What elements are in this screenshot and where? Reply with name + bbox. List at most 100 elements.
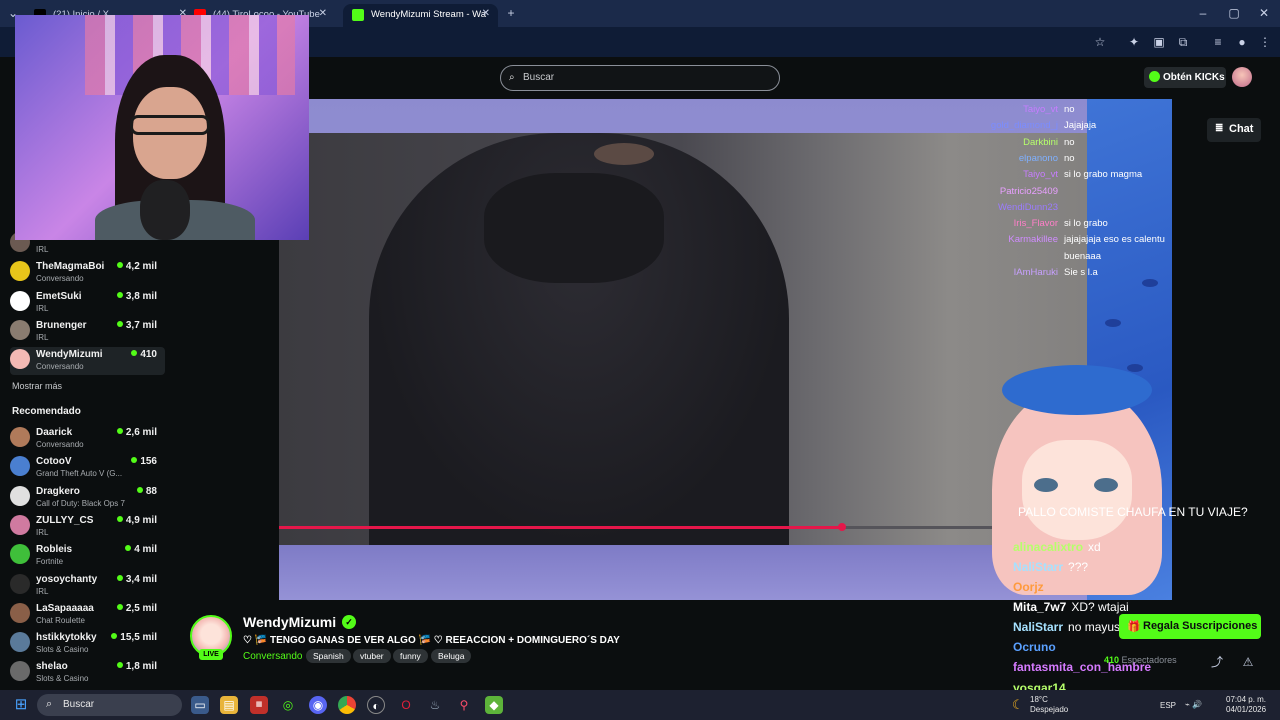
minecraft-icon[interactable]: ◆ (485, 696, 503, 714)
clock-date[interactable]: 04/01/2026 (1226, 705, 1266, 714)
stream-category[interactable]: Conversando (243, 651, 302, 662)
overlay-chat-text: no (1064, 152, 1075, 164)
puzzle-icon[interactable]: ⧉ (1176, 35, 1190, 49)
overlay-chat-user: Iris_Flavor (1013, 218, 1058, 230)
get-kicks-button[interactable]: Obtén KICKs (1144, 67, 1226, 88)
overlay-chat-user: Darkbini (1023, 136, 1058, 148)
sidebar-channel-item[interactable]: Dragkero Call of Duty: Black Ops 7 88 (10, 484, 165, 512)
channel-name: ZULLYY_CS (36, 514, 94, 526)
tab-close-icon[interactable]: ✕ (482, 8, 490, 19)
maximize-icon[interactable]: ▢ (1227, 6, 1241, 20)
sidebar-channel-item[interactable]: Brunenger IRL 3,7 mil (10, 318, 165, 346)
chat-username[interactable]: NaliStarr (1013, 620, 1063, 634)
channel-name: TheMagmaBoi (36, 261, 105, 273)
chat-username[interactable]: NaliStarr (1013, 560, 1063, 574)
chat-toggle-button[interactable]: ≣ Chat (1207, 118, 1261, 142)
overlay-chat-message: Patricio25409 (980, 186, 1064, 197)
obs-icon[interactable]: ◐ (367, 696, 385, 714)
channel-viewers: 410 (131, 349, 157, 360)
channel-viewers: 1,8 mil (116, 661, 157, 673)
sidebar-channel-item[interactable]: Daarick Conversando 2,6 mil (10, 425, 165, 453)
weather-temp[interactable]: 18°C (1030, 695, 1048, 704)
live-dot-icon (116, 320, 123, 327)
taskbar-search[interactable]: ⌕ Buscar (37, 694, 182, 716)
channel-avatar (10, 573, 30, 594)
overlay-chat-message: Taiyo_vt si lo grabo magma (980, 169, 1142, 180)
browser-tab[interactable]: WendyMizumi Stream - Wa ✕ (343, 4, 498, 27)
language-indicator[interactable]: ESP (1160, 701, 1176, 710)
viewer-count: 410 Espectadores (1104, 655, 1177, 665)
search-input[interactable]: ⌕ Buscar (500, 65, 780, 91)
channel-name: hstikkytokky (36, 632, 97, 644)
sidebar-channel-item[interactable]: WendyMizumi Conversando 410 (10, 347, 165, 376)
stream-tag[interactable]: vtuber (353, 649, 391, 663)
channel-name: WendyMizumi (36, 349, 103, 361)
video-progress-thumb[interactable] (837, 523, 846, 531)
live-dot-icon (116, 262, 123, 269)
chat-text: XD? wtajai (1071, 600, 1129, 614)
new-tab-button[interactable]: + (504, 6, 518, 20)
windows-start-icon[interactable]: ⊞ (12, 696, 30, 714)
clock-time[interactable]: 07:04 p. m. (1226, 695, 1266, 704)
sidebar-channel-item[interactable]: Robleis Fortnite 4 mil (10, 542, 165, 570)
channel-viewers-value: 4,9 mil (125, 514, 157, 526)
sidebar-channel-item[interactable]: shelao Slots & Casino 1,8 mil (10, 659, 165, 687)
steam-icon[interactable]: ♨ (426, 696, 444, 714)
task-view-icon[interactable]: ▭ (191, 696, 209, 714)
overlay-chat-message: gold_diamond_j Jajajaja (980, 120, 1096, 131)
close-window-icon[interactable]: ✕ (1257, 6, 1271, 20)
channel-viewers: 15,5 mil (111, 632, 157, 643)
stream-tag[interactable]: Beluga (431, 649, 472, 663)
chat-username[interactable]: alinacalixtro (1013, 540, 1083, 554)
sidebar-channel-item[interactable]: hstikkytokky Slots & Casino 15,5 mil (10, 630, 165, 658)
chrome-icon[interactable] (338, 696, 356, 714)
minimize-icon[interactable]: – (1196, 6, 1210, 20)
chat-message: PALLO COMISTE CHAUFA EN TU VIAJE? (1013, 505, 1268, 520)
taskbar-search-icon: ⌕ (46, 698, 53, 710)
weather-desc[interactable]: Despejado (1030, 705, 1068, 714)
sidebar-channel-item[interactable]: CotooV Grand Theft Auto V (G... 156 (10, 454, 165, 482)
menu-dots-icon[interactable]: ⋮ (1258, 35, 1272, 49)
maps-pin-icon[interactable]: ⚲ (455, 696, 473, 714)
sidebar-channel-item[interactable]: EmetSuki IRL 3,8 mil (10, 289, 165, 317)
overlay-chat-message: Iris_Flavor si lo grabo (980, 218, 1108, 229)
user-avatar[interactable] (1232, 67, 1252, 87)
chat-username[interactable]: Mita_7w7 (1013, 600, 1066, 614)
streamer-name[interactable]: WendyMizumi (243, 614, 336, 630)
discord-icon[interactable]: ◉ (309, 696, 327, 714)
report-icon[interactable]: ⚠ (1241, 655, 1255, 669)
channel-avatar (10, 602, 30, 623)
screen-icon[interactable]: ▣ (1152, 35, 1166, 49)
sidebar-channel-item[interactable]: yosoychanty IRL 3,4 mil (10, 572, 165, 600)
sidebar-channel-item[interactable]: LaSapaaaaa Chat Roulette 2,5 mil (10, 601, 165, 629)
taskbar-search-label: Buscar (63, 699, 95, 710)
file-explorer-icon[interactable]: ▤ (220, 696, 238, 714)
bookmark-star-icon[interactable]: ☆ (1093, 35, 1107, 49)
stream-tag[interactable]: Spanish (306, 649, 351, 663)
live-dot-icon (116, 515, 123, 522)
chat-username[interactable]: Oorjz (1013, 580, 1044, 594)
profile-icon[interactable]: ● (1235, 35, 1249, 49)
live-dot-icon (116, 574, 123, 581)
verified-icon: ✓ (342, 615, 356, 629)
tab-close-icon[interactable]: ✕ (319, 8, 327, 19)
xbox-icon[interactable]: ◎ (279, 696, 297, 714)
media-icon[interactable]: ≡ (1211, 35, 1225, 49)
chat-username[interactable]: Ocruno (1013, 640, 1056, 654)
channel-viewers-value: 156 (140, 456, 157, 468)
extension-icon[interactable]: ✦ (1127, 35, 1141, 49)
sidebar-channel-item[interactable]: TheMagmaBoi Conversando 4,2 mil (10, 259, 165, 287)
gift-subs-button[interactable]: 🎁 Regala Suscripciones (1119, 614, 1261, 639)
app-icon-red[interactable]: ▦ (250, 696, 268, 714)
live-dot-icon (131, 457, 138, 464)
tray-icons[interactable]: ⌁ 🔊 (1185, 700, 1202, 709)
stream-tag[interactable]: funny (393, 649, 428, 663)
channel-name: Daarick (36, 427, 73, 438)
channel-avatar (10, 319, 30, 340)
channel-viewers-value: 4,2 mil (125, 261, 157, 273)
channel-viewers-value: 1,8 mil (125, 661, 157, 673)
sidebar-channel-item[interactable]: ZULLYY_CS IRL 4,9 mil (10, 513, 165, 541)
opera-icon[interactable]: O (397, 696, 415, 714)
show-more-link[interactable]: Mostrar más (12, 381, 62, 391)
share-icon[interactable]: ⤴ (1210, 655, 1224, 669)
